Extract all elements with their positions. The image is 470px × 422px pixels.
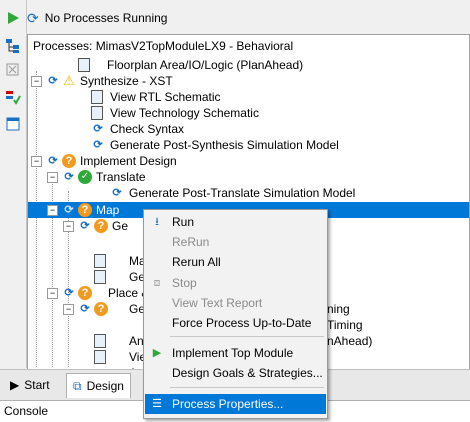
schematic-icon xyxy=(91,90,103,104)
tree-item[interactable]: View RTL Schematic xyxy=(28,89,469,105)
menu-run[interactable]: ⭳ Run xyxy=(145,212,326,232)
start-icon: ▶ xyxy=(10,378,20,392)
process-status: ⟳ No Processes Running xyxy=(27,6,167,30)
warning-icon: ⚠ xyxy=(63,73,75,88)
menu-view-text-report[interactable]: View Text Report xyxy=(145,293,326,313)
properties-icon: ☰ xyxy=(152,398,162,410)
schematic-icon xyxy=(91,106,103,120)
remove-icon xyxy=(6,63,19,76)
tree-item[interactable]: ⟳ Generate Post-Synthesis Simulation Mod… xyxy=(28,137,469,153)
tree-item[interactable]: − ⟳ ⚠ Synthesize - XST xyxy=(28,73,469,89)
context-menu: ⭳ Run ReRun Rerun All ⧈ Stop View Text R… xyxy=(143,209,328,419)
refresh-icon: ⟳ xyxy=(64,204,74,216)
refresh-icon: ⟳ xyxy=(112,187,122,199)
question-icon: ? xyxy=(94,219,108,233)
refresh-icon: ⟳ xyxy=(80,220,90,232)
design-icon: ⧉ xyxy=(73,378,82,393)
refresh-icon: ⟳ xyxy=(48,155,58,167)
menu-rerun[interactable]: ReRun xyxy=(145,232,326,252)
hierarchy-icon xyxy=(6,39,19,53)
refresh-icon: ⟳ xyxy=(93,123,103,135)
refresh-icon: ⟳ xyxy=(48,75,58,87)
refresh-icon: ⟳ xyxy=(27,9,39,26)
run-toolbar-button[interactable] xyxy=(3,8,23,28)
tree-header: Processes: MimasV2TopModuleLX9 - Behavio… xyxy=(33,39,294,53)
play-icon xyxy=(8,12,19,24)
menu-process-properties[interactable]: ☰ Process Properties... xyxy=(145,394,326,414)
hierarchy-toolbar-button[interactable] xyxy=(3,36,23,56)
document-icon xyxy=(94,270,106,284)
console-label: Console xyxy=(4,404,49,418)
tab-design[interactable]: ⧉ Design xyxy=(66,373,131,398)
checklist-icon xyxy=(6,91,21,105)
refresh-icon: ⟳ xyxy=(64,171,74,183)
question-icon: ? xyxy=(62,154,76,168)
run-icon: ⭳ xyxy=(155,216,159,228)
tree-item[interactable]: − ⟳ ✓ Translate xyxy=(28,169,469,185)
refresh-icon: ⟳ xyxy=(64,287,74,299)
check-toolbar-button[interactable] xyxy=(3,88,23,108)
tree-item[interactable]: − ⟳ ? Implement Design xyxy=(28,153,469,169)
check-icon: ✓ xyxy=(78,170,92,184)
stop-icon: ⧈ xyxy=(153,277,161,289)
menu-implement-top-module[interactable]: ▶ Implement Top Module xyxy=(145,343,326,363)
tab-start[interactable]: ▶ Start xyxy=(4,373,56,397)
panel-icon xyxy=(6,117,20,131)
collapse-icon[interactable]: − xyxy=(47,288,58,299)
left-toolbar xyxy=(0,0,27,368)
status-text: No Processes Running xyxy=(44,11,168,25)
collapse-icon[interactable]: − xyxy=(31,76,42,87)
refresh-icon: ⟳ xyxy=(93,139,103,151)
play-icon: ▶ xyxy=(152,347,162,359)
tree-item[interactable]: ⟳ Check Syntax xyxy=(28,121,469,137)
document-icon xyxy=(78,58,90,72)
collapse-icon[interactable]: − xyxy=(47,205,58,216)
panel-toolbar-button[interactable] xyxy=(3,114,23,134)
menu-rerun-all[interactable]: Rerun All xyxy=(145,252,326,272)
menu-force-up-to-date[interactable]: Force Process Up-to-Date xyxy=(145,313,326,333)
menu-design-goals[interactable]: Design Goals & Strategies... xyxy=(145,363,326,383)
menu-stop[interactable]: ⧈ Stop xyxy=(145,273,326,293)
tree-item[interactable]: ⟳ Generate Post-Translate Simulation Mod… xyxy=(28,185,469,201)
tree-item[interactable]: View Technology Schematic xyxy=(28,105,469,121)
collapse-icon[interactable]: − xyxy=(31,156,42,167)
question-icon: ? xyxy=(78,203,92,217)
document-icon xyxy=(94,334,106,348)
collapse-icon[interactable]: − xyxy=(47,172,58,183)
question-icon: ? xyxy=(78,286,92,300)
collapse-icon[interactable]: − xyxy=(63,221,74,232)
tree-item[interactable]: Floorplan Area/IO/Logic (PlanAhead) xyxy=(28,57,469,73)
document-icon xyxy=(94,350,106,364)
document-icon xyxy=(94,254,106,268)
remove-toolbar-button[interactable] xyxy=(3,60,23,80)
